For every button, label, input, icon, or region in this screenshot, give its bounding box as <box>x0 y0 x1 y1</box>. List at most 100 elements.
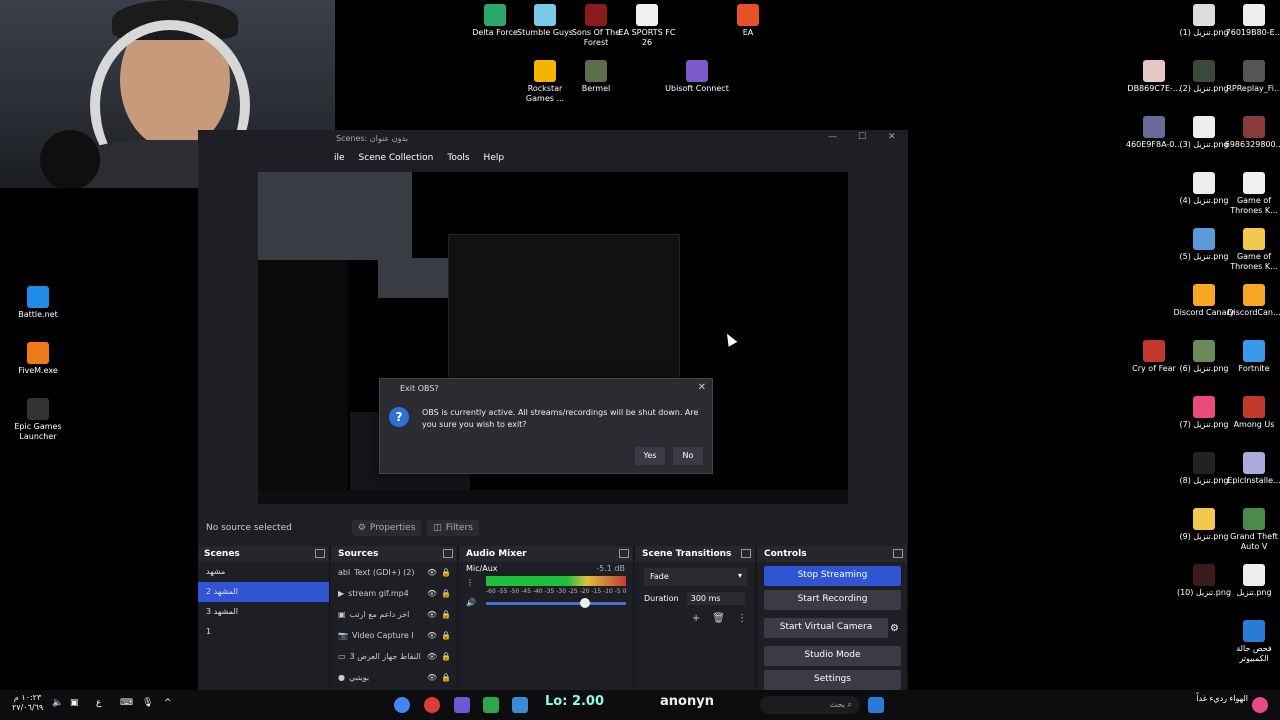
desktop-icon[interactable]: تنزيل.png <box>1222 564 1280 598</box>
search-placeholder: بحث <box>829 700 845 709</box>
clock-date: ٢٧/٠٦/٦٩ <box>12 703 44 712</box>
desktop-icon[interactable]: 76019B80-E... <box>1222 4 1280 38</box>
source-type-icon: ● <box>338 673 345 682</box>
duration-input[interactable]: 300 ms <box>686 592 745 605</box>
start-recording-button[interactable]: Start Recording <box>764 590 901 610</box>
no-button[interactable]: No <box>673 447 703 465</box>
source-item[interactable]: ▶ stream gif.mp4 👁 🔒 <box>332 583 457 604</box>
menu-file[interactable]: ile <box>334 153 345 163</box>
desktop-icon[interactable]: Fortnite <box>1222 340 1280 374</box>
clock[interactable]: ١٠:٢٣ م ٢٧/٠٦/٦٩ <box>12 693 43 713</box>
transition-select[interactable]: Fade ▾ <box>644 568 747 586</box>
source-item[interactable]: ▣ اخر داعم مع ارتب 👁 🔒 <box>332 604 457 625</box>
desktop-icon[interactable]: RPReplay_Fi... <box>1222 60 1280 94</box>
windows-start-icon[interactable] <box>868 697 884 713</box>
desktop-icon[interactable]: EpicInstalle... <box>1222 452 1280 486</box>
source-item[interactable]: 📷 Video Capture I 👁 🔒 <box>332 625 457 646</box>
add-icon[interactable]: + <box>692 613 700 624</box>
yes-button[interactable]: Yes <box>635 447 665 465</box>
desktop-icon[interactable]: Epic Games Launcher <box>6 398 70 442</box>
scene-item[interactable]: 3 المشهد <box>198 602 329 622</box>
filters-button[interactable]: ◫ Filters <box>427 520 479 536</box>
obs-icon[interactable] <box>424 697 440 713</box>
desktop-icon[interactable]: Among Us <box>1222 396 1280 430</box>
eye-icon[interactable]: 👁 <box>427 673 437 682</box>
store-icon[interactable] <box>512 697 528 713</box>
undock-icon[interactable] <box>741 549 751 558</box>
scene-item[interactable]: 1 <box>198 622 329 642</box>
lock-icon[interactable]: 🔒 <box>441 652 451 661</box>
lock-icon[interactable]: 🔒 <box>441 673 451 682</box>
desktop-icon[interactable]: FiveM.exe <box>6 342 70 376</box>
desktop-icon-label: RPReplay_Fi... <box>1226 84 1280 93</box>
chevron-up-icon[interactable]: ^ <box>164 698 172 708</box>
minimize-icon[interactable]: — <box>828 132 837 142</box>
trash-icon[interactable]: 🗑 <box>712 613 725 624</box>
more-icon[interactable]: ⋮ <box>737 613 747 624</box>
mic-icon[interactable]: 🎙 <box>142 698 153 708</box>
lock-icon[interactable]: 🔒 <box>441 589 451 598</box>
filters-label: Filters <box>445 523 473 533</box>
scene-item[interactable]: 2 المشهد <box>198 582 329 602</box>
properties-button[interactable]: ⚙ Properties <box>351 520 422 536</box>
eye-icon[interactable]: 👁 <box>427 589 437 598</box>
app-icon <box>1193 172 1215 194</box>
menu-tools[interactable]: Tools <box>447 153 469 163</box>
search-box[interactable]: بحث ⌕ <box>760 696 860 714</box>
teams-icon[interactable] <box>454 697 470 713</box>
source-item[interactable]: ● بويتبي 👁 🔒 <box>332 667 457 688</box>
settings-button[interactable]: Settings <box>764 670 901 690</box>
network-icon[interactable]: ▣ <box>70 698 79 708</box>
eye-icon[interactable]: 👁 <box>427 652 437 661</box>
volume-slider-handle[interactable] <box>580 598 590 608</box>
desktop-icon[interactable]: 6986329800... <box>1222 116 1280 150</box>
duration-label: Duration <box>644 594 679 603</box>
undock-icon[interactable] <box>315 549 325 558</box>
eye-icon[interactable]: 👁 <box>427 568 437 577</box>
app-icon <box>1143 340 1165 362</box>
undock-icon[interactable] <box>893 549 903 558</box>
desktop-icon[interactable]: Game of Thrones K... <box>1222 228 1280 272</box>
stop-streaming-button[interactable]: Stop Streaming <box>764 566 901 586</box>
undock-icon[interactable] <box>443 549 453 558</box>
mixer-menu-icon[interactable]: ⋮ <box>466 578 474 587</box>
close-icon[interactable]: ✕ <box>698 382 706 393</box>
volume-slider[interactable] <box>486 602 626 605</box>
desktop-icon[interactable]: Battle.net <box>6 286 70 320</box>
speaker-icon[interactable]: 🔊 <box>466 598 476 607</box>
app-icon <box>1193 340 1215 362</box>
undock-icon[interactable] <box>619 549 629 558</box>
start-virtual-camera-button[interactable]: Start Virtual Camera <box>764 618 889 638</box>
notification-icon[interactable] <box>1252 697 1268 713</box>
keyboard-icon[interactable]: ⌨ <box>120 698 133 708</box>
desktop-icon[interactable]: DiscordCan... <box>1222 284 1280 318</box>
studio-mode-button[interactable]: Studio Mode <box>764 646 901 666</box>
chrome-icon[interactable] <box>394 697 410 713</box>
desktop-icon[interactable]: EA <box>716 4 780 38</box>
scene-item[interactable]: مشهد <box>198 562 329 582</box>
source-type-icon: ▶ <box>338 589 345 598</box>
volume-icon[interactable]: 🔈 <box>52 698 63 708</box>
desktop-icon[interactable]: فحص حالة الكمبيوتر <box>1222 620 1280 664</box>
close-icon[interactable]: ✕ <box>888 132 896 142</box>
lock-icon[interactable]: 🔒 <box>441 631 451 640</box>
desktop-icon[interactable]: EA SPORTS FC 26 <box>615 4 679 48</box>
desktop-icon[interactable]: Ubisoft Connect <box>665 60 729 94</box>
lock-icon[interactable]: 🔒 <box>441 610 451 619</box>
weather-widget[interactable]: الهواء رديء غداً <box>1180 694 1248 704</box>
source-item[interactable]: ▭ 3 النقاط جهاز العرض 👁 🔒 <box>332 646 457 667</box>
desktop-icon[interactable]: Bermel <box>564 60 628 94</box>
eye-icon[interactable]: 👁 <box>427 631 437 640</box>
lock-icon[interactable]: 🔒 <box>441 568 451 577</box>
menu-help[interactable]: Help <box>484 153 505 163</box>
xbox-icon[interactable] <box>483 697 499 713</box>
desktop-icon[interactable]: Game of Thrones K... <box>1222 172 1280 216</box>
maximize-icon[interactable]: ☐ <box>858 132 866 142</box>
source-item[interactable]: abl Text (GDI+) (2) 👁 🔒 <box>332 562 457 583</box>
app-icon <box>1243 452 1265 474</box>
language-indicator[interactable]: ع <box>96 698 101 708</box>
desktop-icon[interactable]: Grand Theft Auto V <box>1222 508 1280 552</box>
eye-icon[interactable]: 👁 <box>427 610 437 619</box>
menu-scene-collection[interactable]: Scene Collection <box>359 153 434 163</box>
gear-icon[interactable]: ⚙ <box>890 623 899 634</box>
